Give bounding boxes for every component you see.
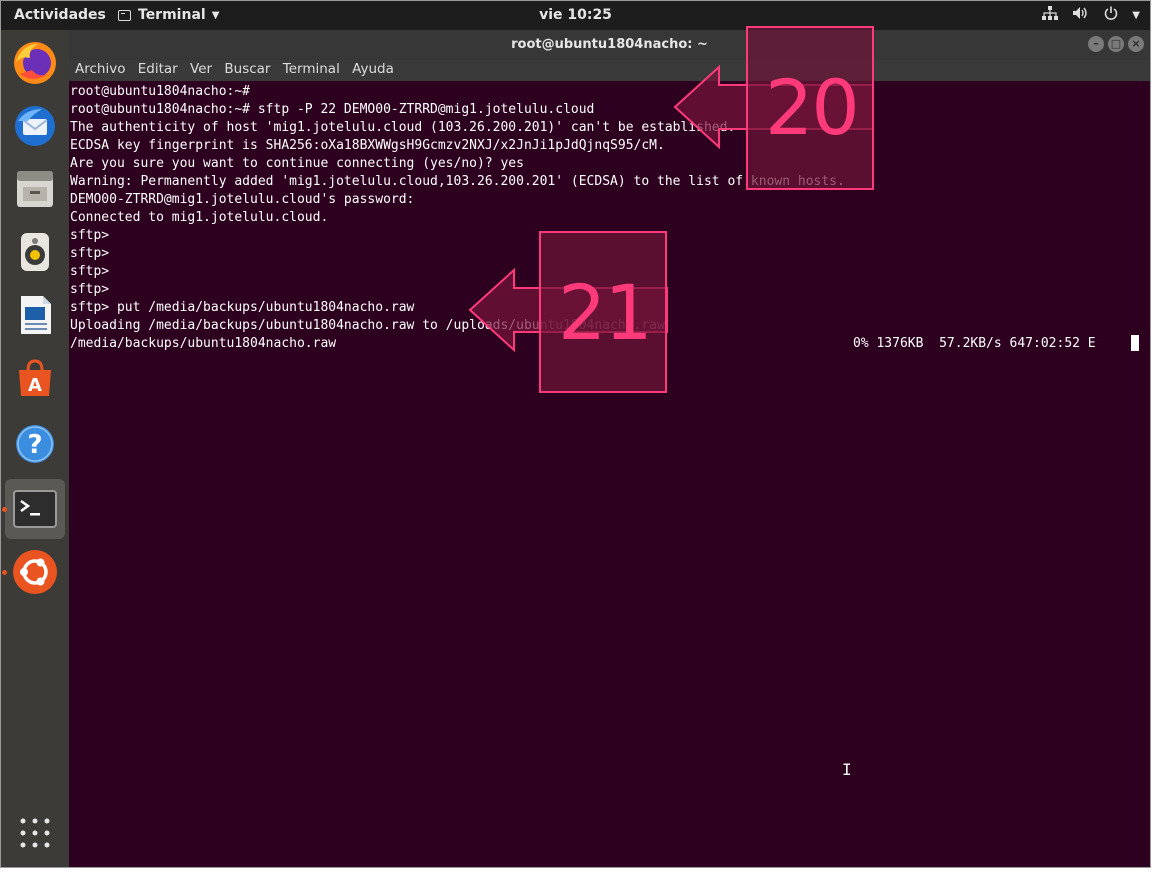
thunderbird-launcher[interactable] (5, 96, 65, 156)
ubuntu-icon (13, 550, 57, 594)
tray-caret-down-icon[interactable]: ▼ (1132, 10, 1140, 21)
maximize-button[interactable]: □ (1108, 36, 1124, 52)
terminal-line: The authenticity of host 'mig1.jotelulu.… (70, 120, 736, 135)
running-indicator-2 (2, 570, 7, 575)
terminal-line: DEMO00-ZTRRD@mig1.jotelulu.cloud's passw… (70, 192, 415, 207)
terminal-output[interactable]: root@ubuntu1804nacho:~# root@ubuntu1804n… (69, 81, 1150, 867)
dock: A ? (1, 30, 69, 867)
rhythmbox-launcher[interactable] (5, 222, 65, 282)
terminal-line: root@ubuntu1804nacho:~# (70, 84, 251, 99)
power-icon[interactable] (1104, 6, 1118, 24)
terminal-line: Connected to mig1.jotelulu.cloud. (70, 210, 329, 225)
minimize-button[interactable]: – (1088, 36, 1104, 52)
software-icon: A (19, 359, 51, 396)
window-titlebar[interactable]: root@ubuntu1804nacho: ~ – □ × (69, 30, 1150, 60)
annotation-20: 20 (673, 25, 875, 191)
svg-text:?: ? (27, 430, 42, 460)
network-icon[interactable] (1042, 6, 1059, 24)
files-icon (17, 171, 53, 207)
menu-buscar[interactable]: Buscar (224, 61, 270, 77)
terminal-line: ECDSA key fingerprint is SHA256:oXa18BXW… (70, 138, 665, 153)
apps-grid-icon (20, 818, 50, 848)
menu-terminal[interactable]: Terminal (283, 61, 340, 77)
software-launcher[interactable]: A (5, 348, 65, 408)
menu-editar[interactable]: Editar (138, 61, 178, 77)
annotation-21: 21 (468, 230, 669, 394)
app-menu-button[interactable]: Terminal ▼ (118, 7, 219, 23)
terminal-line: sftp> (70, 246, 110, 261)
caret-down-icon: ▼ (211, 9, 220, 21)
window-controls: – □ × (1088, 36, 1144, 52)
help-icon: ? (16, 425, 54, 463)
volume-icon[interactable] (1072, 6, 1090, 24)
desktop-screen: Actividades Terminal ▼ vie 10:25 ▼ A ? r… (0, 0, 1151, 868)
rhythmbox-icon (21, 233, 49, 271)
upload-progress: 0% 1376KB 57.2KB/s 647:02:52 E (853, 336, 1096, 351)
show-applications-button[interactable] (5, 803, 65, 863)
terminal-line: root@ubuntu1804nacho:~# sftp -P 22 DEMO0… (70, 102, 595, 117)
terminal-line: sftp> put /media/backups/ubuntu1804nacho… (70, 300, 415, 315)
mouse-ibeam-cursor: I (842, 760, 852, 779)
menu-bar: Archivo Editar Ver Buscar Terminal Ayuda (69, 60, 1150, 81)
terminal-line: sftp> (70, 282, 110, 297)
system-tray[interactable]: ▼ (1042, 6, 1140, 24)
running-indicator (2, 507, 7, 512)
close-button[interactable]: × (1128, 36, 1144, 52)
menu-archivo[interactable]: Archivo (75, 61, 125, 77)
firefox-launcher[interactable] (5, 33, 65, 93)
thunderbird-icon (15, 106, 55, 146)
ubuntu-launcher[interactable] (5, 542, 65, 602)
terminal-cursor (1131, 335, 1139, 351)
terminal-launcher[interactable] (5, 479, 65, 539)
terminal-line: Are you sure you want to continue connec… (70, 156, 524, 171)
svg-text:A: A (28, 375, 42, 396)
writer-launcher[interactable] (5, 285, 65, 345)
terminal-small-icon (118, 9, 131, 21)
terminal-line: sftp> (70, 228, 110, 243)
annotation-label-20: 20 (765, 63, 860, 152)
files-launcher[interactable] (5, 159, 65, 219)
menu-ver[interactable]: Ver (190, 61, 212, 77)
clock[interactable]: vie 10:25 (539, 7, 612, 23)
app-menu-label: Terminal (138, 7, 206, 23)
writer-icon (21, 296, 51, 334)
terminal-line: /media/backups/ubuntu1804nacho.raw (70, 336, 337, 351)
top-bar: Actividades Terminal ▼ vie 10:25 ▼ (1, 1, 1150, 30)
firefox-icon (14, 42, 56, 84)
terminal-line: sftp> (70, 264, 110, 279)
annotation-label-21: 21 (558, 268, 653, 357)
help-launcher[interactable]: ? (5, 414, 65, 474)
activities-button[interactable]: Actividades (14, 7, 106, 23)
menu-ayuda[interactable]: Ayuda (352, 61, 394, 77)
terminal-icon (13, 490, 57, 528)
